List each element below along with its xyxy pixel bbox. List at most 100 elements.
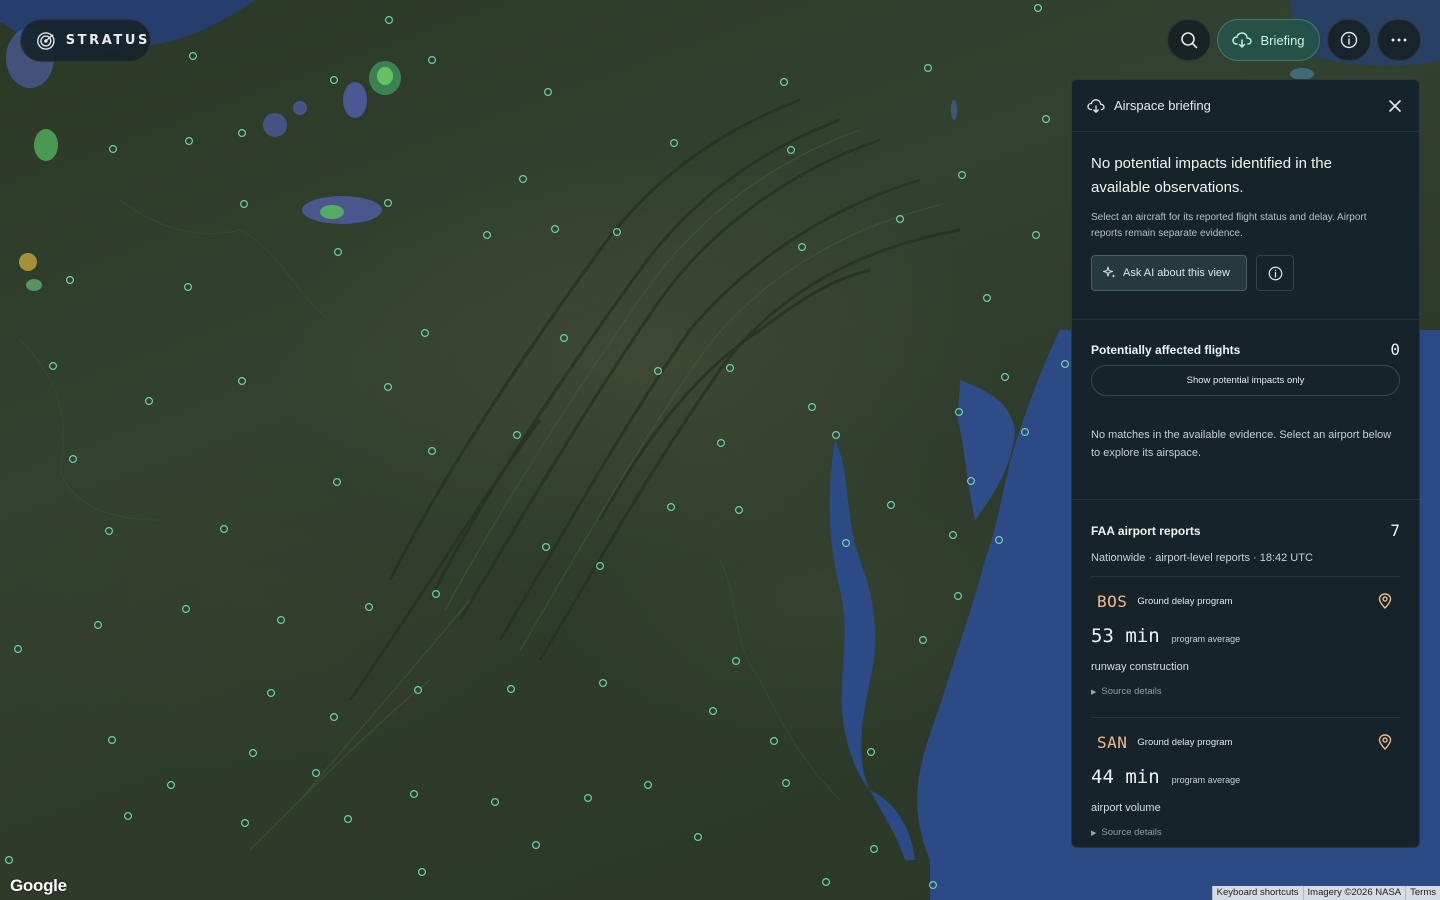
weather-station-marker[interactable] — [666, 503, 675, 512]
weather-station-marker[interactable] — [240, 200, 249, 209]
weather-station-marker[interactable] — [541, 542, 550, 551]
weather-station-marker[interactable] — [167, 780, 176, 789]
weather-station-marker[interactable] — [267, 688, 276, 697]
weather-station-marker[interactable] — [483, 231, 492, 240]
weather-station-marker[interactable] — [333, 478, 342, 487]
weather-station-marker[interactable] — [507, 684, 516, 693]
locate-airport-button[interactable] — [1378, 593, 1392, 614]
info-button[interactable] — [1327, 19, 1371, 61]
weather-station-marker[interactable] — [184, 283, 193, 292]
airport-report-card[interactable]: SAN Ground delay program 44 min program … — [1091, 718, 1400, 847]
weather-station-marker[interactable] — [491, 797, 500, 806]
weather-station-marker[interactable] — [428, 55, 437, 64]
weather-station-marker[interactable] — [807, 403, 816, 412]
weather-station-marker[interactable] — [725, 364, 734, 373]
weather-station-marker[interactable] — [428, 447, 437, 456]
weather-station-marker[interactable] — [550, 225, 559, 234]
weather-station-marker[interactable] — [886, 501, 895, 510]
weather-station-marker[interactable] — [716, 439, 725, 448]
weather-station-marker[interactable] — [93, 620, 102, 629]
weather-station-marker[interactable] — [731, 656, 740, 665]
weather-station-marker[interactable] — [598, 678, 607, 687]
weather-station-marker[interactable] — [512, 431, 521, 440]
source-details-toggle[interactable]: ▶ Source details — [1091, 686, 1400, 697]
weather-station-marker[interactable] — [918, 635, 927, 644]
weather-station-marker[interactable] — [779, 77, 788, 86]
weather-station-marker[interactable] — [384, 199, 393, 208]
weather-station-marker[interactable] — [241, 818, 250, 827]
weather-station-marker[interactable] — [769, 736, 778, 745]
weather-station-marker[interactable] — [866, 747, 875, 756]
ask-ai-button[interactable]: Ask AI about this view — [1091, 255, 1247, 291]
weather-station-marker[interactable] — [249, 748, 258, 757]
weather-station-marker[interactable] — [797, 243, 806, 252]
weather-station-marker[interactable] — [693, 832, 702, 841]
weather-station-marker[interactable] — [559, 334, 568, 343]
weather-station-marker[interactable] — [104, 526, 113, 535]
keyboard-shortcuts-link[interactable]: Keyboard shortcuts — [1211, 886, 1303, 900]
airport-report-card[interactable]: BOS Ground delay program 53 min program … — [1091, 577, 1400, 718]
weather-station-marker[interactable] — [643, 780, 652, 789]
weather-station-marker[interactable] — [531, 840, 540, 849]
close-panel-button[interactable] — [1385, 96, 1405, 116]
weather-station-marker[interactable] — [1000, 373, 1009, 382]
weather-station-marker[interactable] — [312, 768, 321, 777]
weather-station-marker[interactable] — [653, 367, 662, 376]
weather-station-marker[interactable] — [518, 175, 527, 184]
weather-station-marker[interactable] — [1031, 231, 1040, 240]
weather-station-marker[interactable] — [595, 561, 604, 570]
weather-station-marker[interactable] — [4, 855, 14, 864]
weather-station-marker[interactable] — [869, 844, 878, 853]
more-menu-button[interactable] — [1377, 19, 1421, 61]
weather-station-marker[interactable] — [334, 248, 343, 257]
weather-station-marker[interactable] — [68, 455, 77, 464]
weather-station-marker[interactable] — [543, 87, 552, 96]
weather-station-marker[interactable] — [1041, 114, 1050, 123]
ask-ai-info-button[interactable] — [1256, 255, 1294, 291]
weather-station-marker[interactable] — [365, 602, 374, 611]
weather-station-marker[interactable] — [107, 735, 116, 744]
terms-link[interactable]: Terms — [1405, 886, 1440, 900]
weather-station-marker[interactable] — [189, 51, 198, 60]
weather-station-marker[interactable] — [330, 712, 339, 721]
weather-station-marker[interactable] — [410, 789, 419, 798]
weather-station-marker[interactable] — [786, 146, 795, 155]
weather-station-marker[interactable] — [238, 377, 247, 386]
weather-station-marker[interactable] — [708, 706, 717, 715]
weather-station-marker[interactable] — [1033, 3, 1042, 13]
weather-station-marker[interactable] — [220, 524, 229, 533]
potential-impacts-filter-button[interactable]: Show potential impacts only — [1091, 365, 1400, 396]
weather-station-marker[interactable] — [108, 145, 117, 154]
brand-badge[interactable]: STRATUS — [20, 19, 151, 62]
google-logo[interactable]: Google — [10, 876, 67, 896]
weather-station-marker[interactable] — [48, 362, 57, 371]
weather-station-marker[interactable] — [182, 604, 191, 613]
weather-station-marker[interactable] — [385, 16, 394, 25]
weather-station-marker[interactable] — [185, 137, 194, 146]
weather-station-marker[interactable] — [669, 139, 678, 148]
weather-station-marker[interactable] — [421, 329, 430, 338]
search-button[interactable] — [1167, 19, 1211, 61]
weather-station-marker[interactable] — [923, 63, 932, 72]
weather-station-marker[interactable] — [781, 778, 790, 787]
weather-station-marker[interactable] — [344, 814, 353, 823]
weather-station-marker[interactable] — [583, 793, 592, 802]
source-details-toggle[interactable]: ▶ Source details — [1091, 827, 1400, 838]
weather-station-marker[interactable] — [277, 615, 286, 624]
weather-station-marker[interactable] — [948, 530, 957, 539]
weather-station-marker[interactable] — [14, 644, 23, 653]
weather-station-marker[interactable] — [145, 397, 154, 406]
weather-station-marker[interactable] — [953, 591, 962, 600]
locate-airport-button[interactable] — [1378, 734, 1392, 755]
weather-station-marker[interactable] — [831, 431, 840, 440]
weather-station-marker[interactable] — [957, 171, 966, 180]
weather-station-marker[interactable] — [238, 129, 247, 138]
weather-station-marker[interactable] — [982, 294, 991, 303]
weather-station-marker[interactable] — [123, 811, 132, 820]
weather-station-marker[interactable] — [418, 867, 427, 876]
weather-station-marker[interactable] — [65, 276, 74, 285]
weather-station-marker[interactable] — [384, 383, 393, 392]
briefing-button[interactable]: Briefing — [1217, 19, 1320, 61]
weather-station-marker[interactable] — [330, 75, 339, 84]
weather-station-marker[interactable] — [734, 506, 743, 515]
